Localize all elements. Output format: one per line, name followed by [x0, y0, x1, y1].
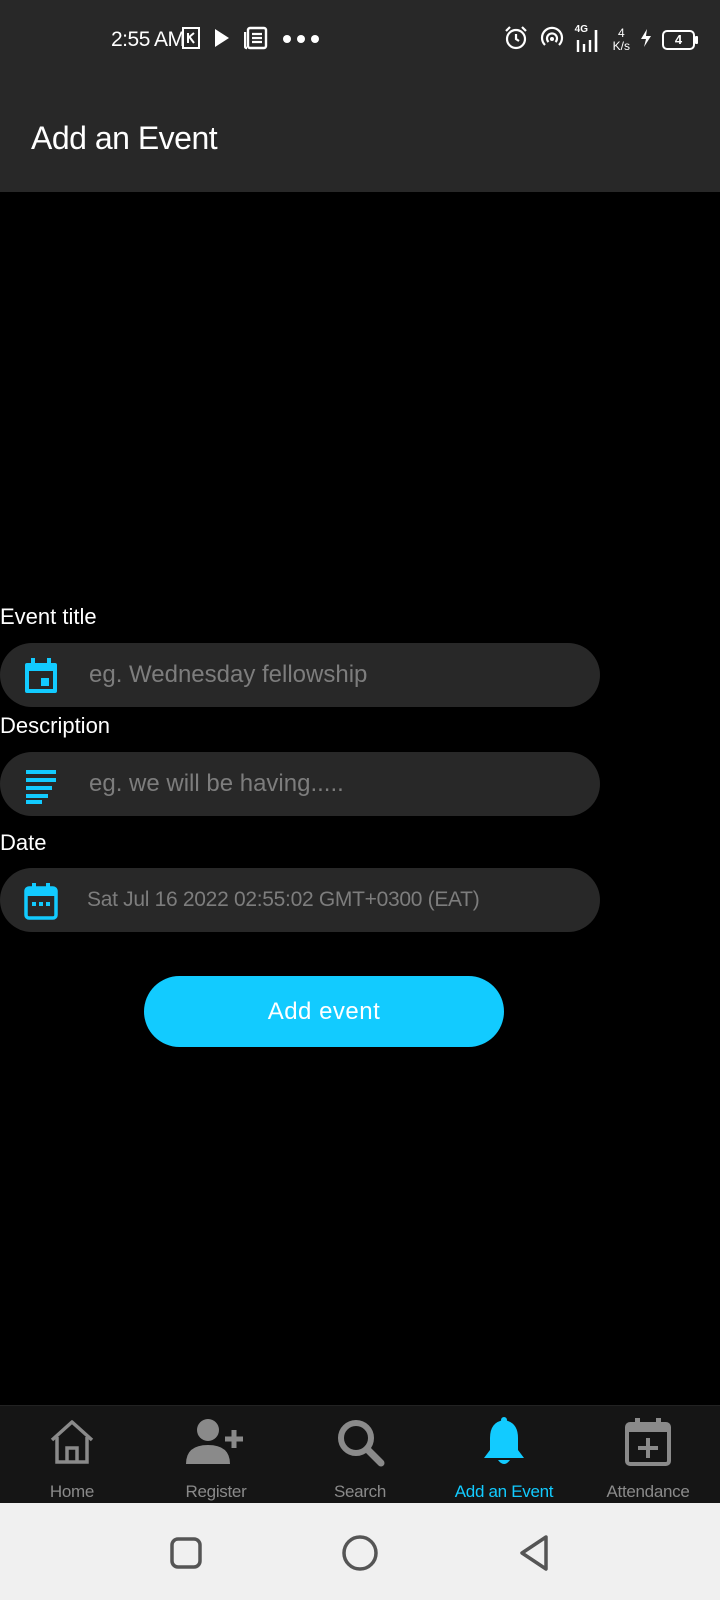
calendar-icon [22, 882, 60, 920]
status-notification-icons [182, 26, 320, 54]
network-speed: 4 K/s [613, 27, 630, 53]
news-icon [243, 26, 268, 55]
bottom-nav: Home Register Search Add an Event Attend… [0, 1405, 720, 1503]
battery-level: 4 [674, 32, 683, 47]
description-input[interactable]: eg. we will be having..... [89, 752, 344, 816]
speed-unit: K/s [612, 39, 630, 53]
date-input[interactable]: Sat Jul 16 2022 02:55:02 GMT+0300 (EAT) [87, 868, 480, 932]
square-icon [170, 1537, 202, 1569]
hotspot-icon [539, 25, 565, 56]
status-bar: 2:55 AM 4G 4 K/s 4 [0, 0, 720, 80]
speed-value: 4 [617, 26, 625, 40]
date-label: Date [0, 830, 47, 855]
event-title-field[interactable]: eg. Wednesday fellowship [0, 643, 600, 707]
play-icon [214, 28, 230, 53]
nav-label-register: Register [185, 1482, 247, 1501]
nav-item-search[interactable]: Search [288, 1406, 432, 1504]
page-title: Add an Event [31, 120, 218, 156]
status-system-icons: 4G 4 K/s 4 [503, 24, 698, 56]
nav-label-add-event: Add an Event [454, 1482, 554, 1501]
nav-label-home: Home [49, 1482, 95, 1501]
circle-icon [342, 1535, 378, 1571]
bell-icon [478, 1416, 530, 1468]
more-dots-icon [282, 31, 320, 49]
event-title-input[interactable]: eg. Wednesday fellowship [89, 643, 367, 707]
alarm-icon [503, 25, 529, 56]
calendar-today-icon [22, 657, 60, 695]
k-app-icon [182, 26, 200, 54]
nav-item-home[interactable]: Home [0, 1406, 144, 1504]
recents-button[interactable] [164, 1531, 208, 1575]
nav-item-add-event[interactable]: Add an Event [432, 1406, 576, 1504]
search-icon [334, 1416, 386, 1468]
status-time: 2:55 AM [111, 28, 185, 51]
add-user-icon [186, 1416, 243, 1468]
charging-icon [640, 28, 652, 53]
back-button[interactable] [512, 1531, 556, 1575]
nav-label-attendance: Attendance [606, 1482, 690, 1501]
back-triangle-icon [520, 1535, 548, 1571]
event-title-label: Event title [0, 604, 97, 629]
signal-icon: 4G [575, 24, 603, 54]
description-label: Description [0, 713, 111, 738]
battery-icon: 4 [662, 30, 698, 50]
nav-item-attendance[interactable]: Attendance [576, 1406, 720, 1504]
nav-label-search: Search [333, 1482, 387, 1501]
calendar-plus-icon [622, 1416, 674, 1468]
date-field[interactable]: Sat Jul 16 2022 02:55:02 GMT+0300 (EAT) [0, 868, 600, 932]
system-nav-bar [0, 1503, 720, 1600]
description-field[interactable]: eg. we will be having..... [0, 752, 600, 816]
home-system-button[interactable] [338, 1531, 382, 1575]
nav-item-register[interactable]: Register [144, 1406, 288, 1504]
app-bar: Add an Event [0, 80, 720, 192]
home-icon [46, 1416, 98, 1468]
notes-icon [22, 766, 60, 804]
add-event-button[interactable]: Add event [144, 976, 504, 1047]
